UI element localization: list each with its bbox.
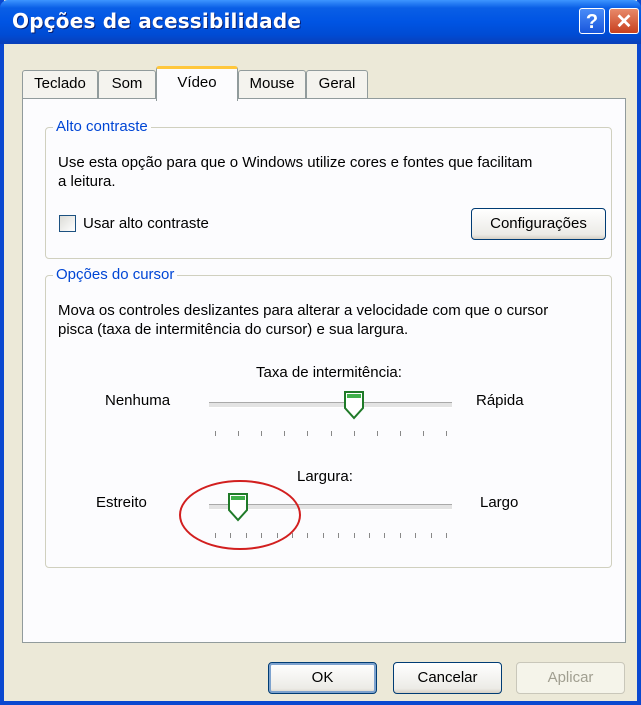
apply-button[interactable]: Aplicar [516, 662, 625, 694]
slider-tick [338, 533, 340, 538]
slider-tick [422, 431, 424, 436]
high-contrast-description-line1: Use esta opção para que o Windows utiliz… [58, 154, 533, 171]
blink-rate-slider-thumb[interactable] [343, 390, 365, 420]
slider-tick [353, 431, 355, 436]
slider-tick [238, 431, 240, 436]
tab-teclado[interactable]: Teclado [22, 70, 98, 98]
slider-tick [215, 431, 216, 436]
close-icon[interactable]: ✕ [609, 8, 639, 34]
slider-tick [430, 533, 432, 538]
window-title: Opções de acessibilidade [12, 9, 302, 33]
slider-tick [353, 533, 355, 538]
accessibility-options-dialog: Opções de acessibilidade ? ✕ Teclado Som… [0, 0, 641, 705]
annotation-red-circle [179, 480, 301, 550]
tab-mouse[interactable]: Mouse [238, 70, 306, 98]
tab-som[interactable]: Som [98, 70, 156, 98]
slider-tick [415, 533, 417, 538]
high-contrast-checkbox[interactable] [59, 215, 76, 232]
slider-tick [261, 431, 263, 436]
blink-max-label: Rápida [476, 392, 524, 409]
tab-geral[interactable]: Geral [306, 70, 368, 98]
cursor-options-group: Opções do cursor Mova os controles desli… [45, 266, 612, 568]
settings-button[interactable]: Configurações [471, 208, 606, 240]
width-max-label: Largo [480, 494, 519, 511]
cursor-options-legend: Opções do cursor [53, 266, 178, 283]
help-icon[interactable]: ? [579, 8, 605, 34]
cursor-description-line1: Mova os controles deslizantes para alter… [58, 302, 549, 319]
high-contrast-group: Alto contraste Use esta opção para que o… [45, 118, 612, 259]
slider-tick [330, 431, 332, 436]
slider-tick [376, 431, 378, 436]
slider-tick [446, 431, 447, 436]
slider-tick [307, 431, 309, 436]
slider-tick [399, 431, 401, 436]
slider-tick [292, 533, 293, 538]
slider-tick [446, 533, 447, 538]
high-contrast-checkbox-label[interactable]: Usar alto contraste [83, 214, 209, 233]
title-bar[interactable]: Opções de acessibilidade ? ✕ [0, 0, 641, 44]
slider-tick [307, 533, 309, 538]
slider-tick [369, 533, 370, 538]
blink-rate-label: Taxa de intermitência: [256, 364, 402, 381]
slider-tick [322, 533, 324, 538]
blink-min-label: Nenhuma [105, 392, 171, 409]
cursor-description-line2: pisca (taxa de intermitência do cursor) … [58, 321, 409, 338]
high-contrast-legend: Alto contraste [53, 118, 151, 135]
video-tab-panel: Alto contraste Use esta opção para que o… [22, 98, 626, 643]
blink-rate-ticks [215, 431, 447, 439]
ok-button[interactable]: OK [268, 662, 377, 694]
high-contrast-description-line2: a leitura. [58, 173, 116, 190]
cancel-button[interactable]: Cancelar [393, 662, 502, 694]
slider-tick [384, 533, 386, 538]
tab-video[interactable]: Vídeo [156, 66, 238, 101]
slider-tick [399, 533, 401, 538]
slider-tick [284, 431, 286, 436]
width-min-label: Estreito [96, 494, 147, 511]
width-label: Largura: [297, 468, 353, 485]
blink-rate-track [209, 402, 452, 408]
